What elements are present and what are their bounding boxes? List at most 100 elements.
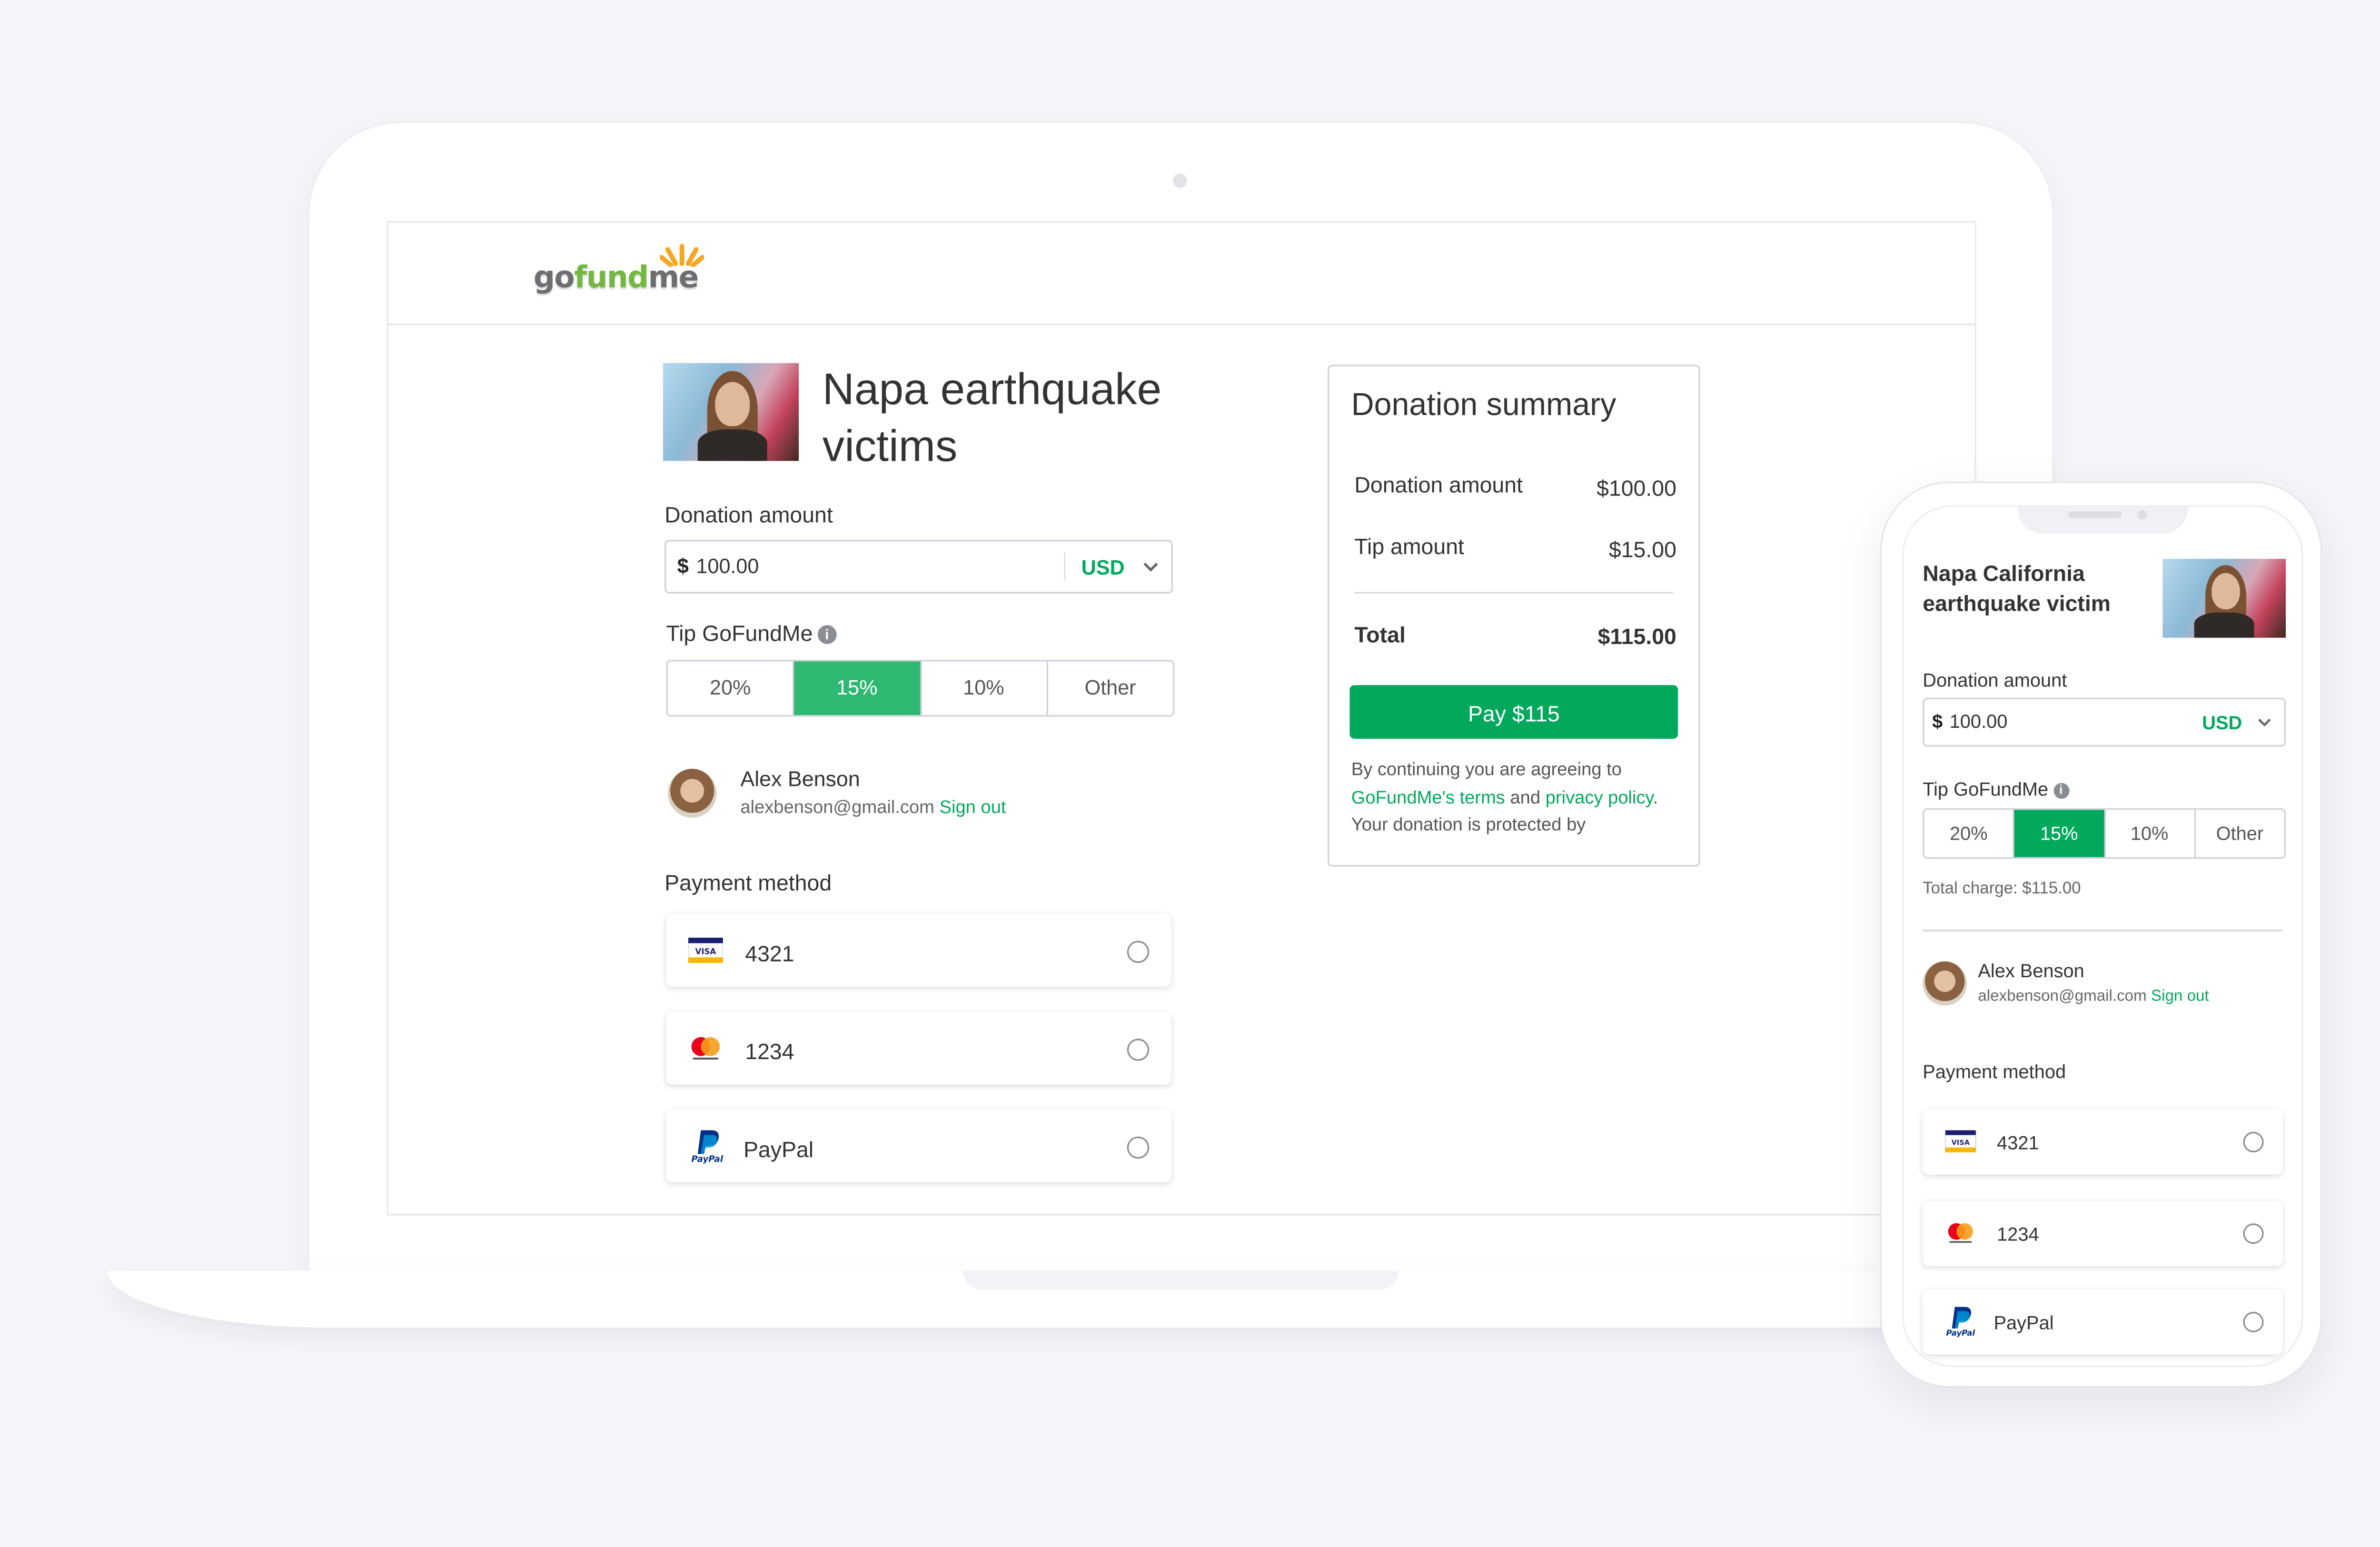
total-charge-text: Total charge: $115.00 <box>1923 879 2081 898</box>
phone-frame: Napa California earthquake victim Donati… <box>1880 481 2322 1388</box>
mobile-payment-option-visa[interactable]: VISA 4321 <box>1923 1110 2283 1175</box>
mobile-tip-options: 20% 15% 10% Other <box>1923 808 2286 859</box>
avatar <box>667 769 717 818</box>
mobile-payment-option-paypal[interactable]: PayPal PayPal <box>1923 1289 2283 1355</box>
currency-select[interactable]: USD <box>2202 712 2242 734</box>
summary-donation-label: Donation amount <box>1354 472 1523 497</box>
visa-card-icon: VISA <box>1944 1130 1977 1152</box>
chevron-down-icon[interactable] <box>1143 560 1159 573</box>
tip-label-text: Tip GoFundMe <box>666 620 813 646</box>
logo-text-go: go <box>533 260 575 296</box>
mobile-campaign-title: Napa California earthquake victim <box>1923 560 2111 616</box>
summary-tip-value: $15.00 <box>1608 536 1676 562</box>
paypal-label: PayPal <box>743 1136 814 1162</box>
tip-option-20[interactable]: 20% <box>1924 810 2015 857</box>
mastercard-icon <box>1948 1223 1973 1243</box>
visa-card-icon: VISA <box>688 937 723 963</box>
tip-option-10[interactable]: 10% <box>921 661 1048 715</box>
terms-link[interactable]: GoFundMe's terms <box>1351 788 1505 807</box>
summary-total-value: $115.00 <box>1597 623 1676 649</box>
payment-radio[interactable] <box>2243 1223 2264 1244</box>
laptop-hinge-notch <box>962 1270 1399 1290</box>
payment-method-label: Payment method <box>664 870 832 895</box>
donation-amount-input[interactable]: $ 100.00 USD <box>664 540 1173 594</box>
currency-select[interactable]: USD <box>1081 555 1125 579</box>
card-last-four: 1234 <box>745 1039 794 1064</box>
currency-symbol: $ <box>677 554 689 578</box>
logo-sun-icon <box>660 244 704 267</box>
svg-text:PayPal: PayPal <box>691 1154 723 1163</box>
phone-screen: Napa California earthquake victim Donati… <box>1902 505 2303 1367</box>
mobile-divider <box>1923 930 2283 932</box>
user-email: alexbenson@gmail.com <box>1978 988 2147 1006</box>
user-email-line: alexbenson@gmail.com Sign out <box>740 799 1006 818</box>
mobile-payment-method-label: Payment method <box>1923 1061 2066 1083</box>
logo-text-fund: fund <box>574 260 649 296</box>
amount-value: 100.00 <box>696 554 759 578</box>
mobile-payment-option-mastercard[interactable]: 1234 <box>1923 1201 2283 1266</box>
payment-option-mastercard[interactable]: 1234 <box>666 1012 1171 1085</box>
pay-button[interactable]: Pay $115 <box>1349 685 1678 739</box>
tip-label: Tip GoFundMe i <box>666 620 837 646</box>
site-header: gofundme <box>388 222 1975 326</box>
svg-text:VISA: VISA <box>1952 1139 1970 1147</box>
summary-title: Donation summary <box>1351 388 1616 423</box>
tip-option-15[interactable]: 15% <box>794 661 922 715</box>
paypal-label: PayPal <box>1993 1311 2054 1334</box>
info-icon[interactable]: i <box>2053 783 2069 799</box>
svg-text:VISA: VISA <box>695 947 716 956</box>
amount-value: 100.00 <box>1949 710 2008 733</box>
payment-radio[interactable] <box>1127 1039 1150 1061</box>
user-email: alexbenson@gmail.com <box>740 799 934 818</box>
tip-option-15[interactable]: 15% <box>2014 810 2105 857</box>
mobile-tip-label: Tip GoFundMe i <box>1923 778 2069 800</box>
campaign-photo <box>663 363 799 461</box>
mobile-donation-amount-label: Donation amount <box>1923 669 2067 692</box>
donation-amount-label: Donation amount <box>664 502 833 527</box>
paypal-icon: PayPal <box>691 1130 724 1163</box>
currency-symbol: $ <box>1932 710 1943 733</box>
mobile-donation-amount-input[interactable]: $ 100.00 USD <box>1923 697 2286 747</box>
card-last-four: 4321 <box>1997 1131 2039 1154</box>
payment-radio[interactable] <box>2243 1311 2264 1332</box>
tip-option-10[interactable]: 10% <box>2105 810 2196 857</box>
tip-option-20[interactable]: 20% <box>668 661 794 715</box>
tip-option-other[interactable]: Other <box>2195 810 2284 857</box>
device-mockup-stage: gofundme Napa earthquake victims Donatio… <box>0 0 2380 1547</box>
svg-text:PayPal: PayPal <box>1946 1329 1975 1337</box>
payment-option-visa[interactable]: VISA 4321 <box>666 914 1171 987</box>
gofundme-logo[interactable]: gofundme <box>533 244 707 305</box>
terms-notice: By continuing you are agreeing to GoFund… <box>1351 761 1658 835</box>
payment-radio[interactable] <box>1127 941 1150 963</box>
donation-summary-card: Donation summary Donation amount $100.00… <box>1328 365 1700 867</box>
phone-notch <box>2017 506 2188 534</box>
terms-text: By continuing you are agreeing to <box>1351 761 1622 780</box>
user-email-line: alexbenson@gmail.com Sign out <box>1978 988 2209 1005</box>
tip-label-text: Tip GoFundMe <box>1923 778 2049 801</box>
summary-tip-label: Tip amount <box>1354 533 1464 559</box>
sign-out-link[interactable]: Sign out <box>940 799 1006 818</box>
payment-option-paypal[interactable]: PayPal PayPal <box>666 1110 1171 1182</box>
info-icon[interactable]: i <box>817 625 837 645</box>
avatar <box>1923 961 1967 1006</box>
chevron-down-icon[interactable] <box>2257 717 2271 728</box>
mobile-campaign-photo <box>2162 558 2286 638</box>
sign-out-link[interactable]: Sign out <box>2151 988 2209 1005</box>
laptop-screen: gofundme Napa earthquake victims Donatio… <box>387 221 1977 1216</box>
summary-total-label: Total <box>1354 622 1406 647</box>
mastercard-icon <box>691 1037 720 1060</box>
terms-protection-text: Your donation is protected by <box>1351 816 1586 835</box>
user-name: Alex Benson <box>1978 960 2084 982</box>
campaign-title: Napa earthquake victims <box>822 365 1162 471</box>
tip-options: 20% 15% 10% Other <box>666 660 1175 717</box>
tip-option-other[interactable]: Other <box>1048 662 1173 715</box>
summary-donation-value: $100.00 <box>1597 475 1676 501</box>
user-name: Alex Benson <box>740 767 860 791</box>
payment-radio[interactable] <box>2243 1131 2264 1152</box>
summary-divider <box>1354 592 1674 594</box>
privacy-policy-link[interactable]: privacy policy <box>1546 788 1653 807</box>
payment-radio[interactable] <box>1127 1136 1150 1159</box>
card-last-four: 4321 <box>745 941 794 966</box>
terms-and-text: and <box>1510 788 1541 808</box>
card-last-four: 1234 <box>1997 1223 2039 1246</box>
